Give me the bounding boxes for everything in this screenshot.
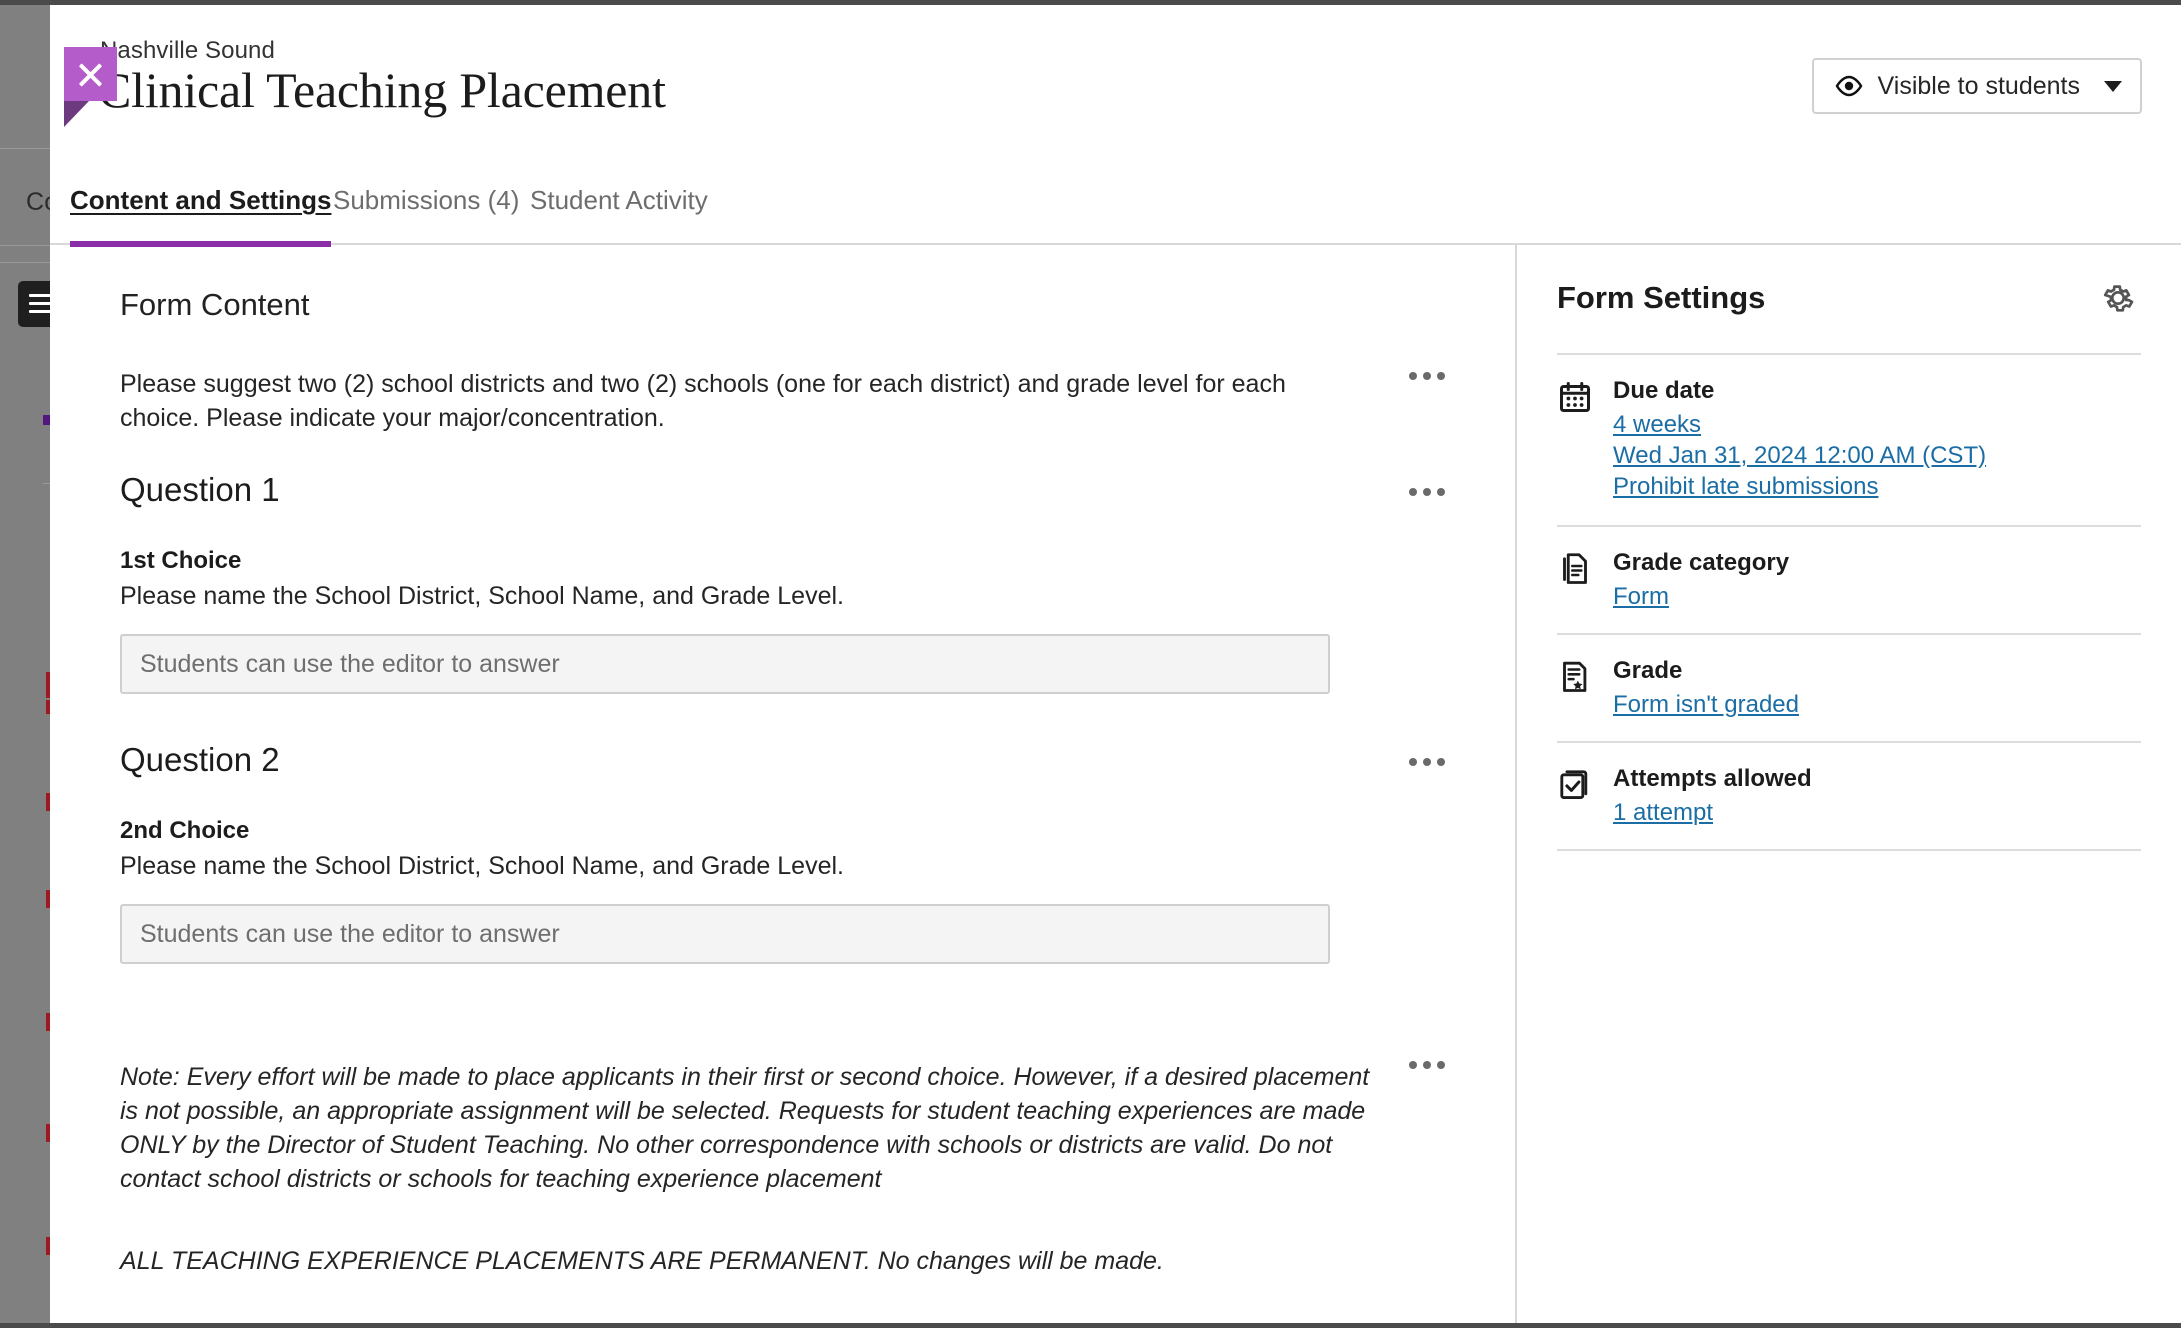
grade-category-link[interactable]: Form bbox=[1613, 581, 1669, 612]
intro-options-button[interactable] bbox=[1404, 361, 1450, 391]
question-1-choice-label: 1st Choice bbox=[120, 547, 242, 574]
due-date-duration-link[interactable]: 4 weeks bbox=[1613, 409, 1701, 440]
tab-content-and-settings[interactable]: Content and Settings bbox=[70, 173, 332, 247]
question-2-answer-input[interactable]: Students can use the editor to answer bbox=[120, 904, 1330, 964]
form-content-heading: Form Content bbox=[120, 287, 310, 322]
page-title: Clinical Teaching Placement bbox=[98, 62, 666, 118]
checkbox-stack-icon bbox=[1557, 765, 1595, 828]
document-stack-icon bbox=[1557, 549, 1595, 612]
background-rule bbox=[0, 148, 50, 149]
note-block: Note: Every effort will be made to place… bbox=[120, 1060, 1465, 1278]
window-bottom-border bbox=[0, 1323, 2181, 1328]
tab-submissions[interactable]: Submissions (4) bbox=[333, 173, 519, 245]
modal-body: Form Content Please suggest two (2) scho… bbox=[50, 245, 2181, 1323]
setting-row-attempts: Attempts allowed 1 attempt bbox=[1557, 741, 2141, 828]
intro-block: Please suggest two (2) school districts … bbox=[120, 367, 1465, 435]
background-rule bbox=[0, 245, 50, 246]
form-settings-title: Form Settings bbox=[1557, 280, 1766, 315]
form-settings-column: Form Settings Due date 4 weeks Wed Jan 3… bbox=[1517, 245, 2181, 1323]
grade-status-link[interactable]: Form isn't graded bbox=[1613, 689, 1799, 720]
question-1-instructions: Please name the School District, School … bbox=[120, 582, 844, 610]
grade-title: Grade bbox=[1613, 657, 1683, 684]
grade-category-title: Grade category bbox=[1613, 549, 1790, 576]
chevron-down-icon bbox=[2104, 80, 2122, 92]
form-detail-modal: Nashville Sound Clinical Teaching Placem… bbox=[50, 5, 2181, 1323]
question-2-options-button[interactable] bbox=[1404, 747, 1450, 777]
prohibit-late-submissions-link[interactable]: Prohibit late submissions bbox=[1613, 471, 1878, 502]
calendar-icon bbox=[1557, 377, 1595, 502]
note-paragraph: Note: Every effort will be made to place… bbox=[120, 1063, 1370, 1193]
setting-row-due-date: Due date 4 weeks Wed Jan 31, 2024 12:00 … bbox=[1557, 353, 2141, 502]
note-permanent: ALL TEACHING EXPERIENCE PLACEMENTS ARE P… bbox=[120, 1247, 1164, 1275]
setting-row-grade: Grade Form isn't graded bbox=[1557, 633, 2141, 720]
form-content-column: Form Content Please suggest two (2) scho… bbox=[50, 245, 1515, 1323]
due-date-datetime-link[interactable]: Wed Jan 31, 2024 12:00 AM (CST) bbox=[1613, 440, 1986, 471]
tab-bar: Content and Settings Submissions (4) Stu… bbox=[50, 173, 2181, 247]
eye-icon bbox=[1834, 75, 1864, 97]
document-star-icon bbox=[1557, 657, 1595, 720]
question-2-heading: Question 2 bbox=[120, 741, 280, 778]
close-icon[interactable] bbox=[64, 47, 117, 101]
attempts-allowed-title: Attempts allowed bbox=[1613, 765, 1812, 792]
intro-text: Please suggest two (2) school districts … bbox=[120, 370, 1286, 432]
attempts-allowed-link[interactable]: 1 attempt bbox=[1613, 797, 1713, 828]
form-settings-header: Form Settings bbox=[1557, 275, 2141, 321]
background-rule bbox=[0, 262, 50, 263]
tab-student-activity[interactable]: Student Activity bbox=[530, 173, 708, 245]
question-1-block: Question 1 1st Choice Please name the Sc… bbox=[120, 471, 1465, 694]
due-date-title: Due date bbox=[1613, 377, 1715, 404]
question-1-answer-input[interactable]: Students can use the editor to answer bbox=[120, 634, 1330, 694]
question-2-instructions: Please name the School District, School … bbox=[120, 852, 844, 880]
question-2-choice-label: 2nd Choice bbox=[120, 817, 250, 844]
modal-header: Nashville Sound Clinical Teaching Placem… bbox=[50, 5, 2181, 173]
note-options-button[interactable] bbox=[1404, 1050, 1450, 1080]
settings-bottom-rule bbox=[1557, 849, 2141, 851]
question-2-block: Question 2 2nd Choice Please name the Sc… bbox=[120, 741, 1465, 964]
gear-icon[interactable] bbox=[2095, 275, 2141, 321]
visibility-label: Visible to students bbox=[1877, 71, 2080, 100]
visibility-dropdown[interactable]: Visible to students bbox=[1811, 58, 2142, 114]
close-button-fold bbox=[64, 101, 89, 127]
setting-row-grade-category: Grade category Form bbox=[1557, 525, 2141, 612]
question-1-heading: Question 1 bbox=[120, 471, 280, 508]
question-1-options-button[interactable] bbox=[1404, 477, 1450, 507]
